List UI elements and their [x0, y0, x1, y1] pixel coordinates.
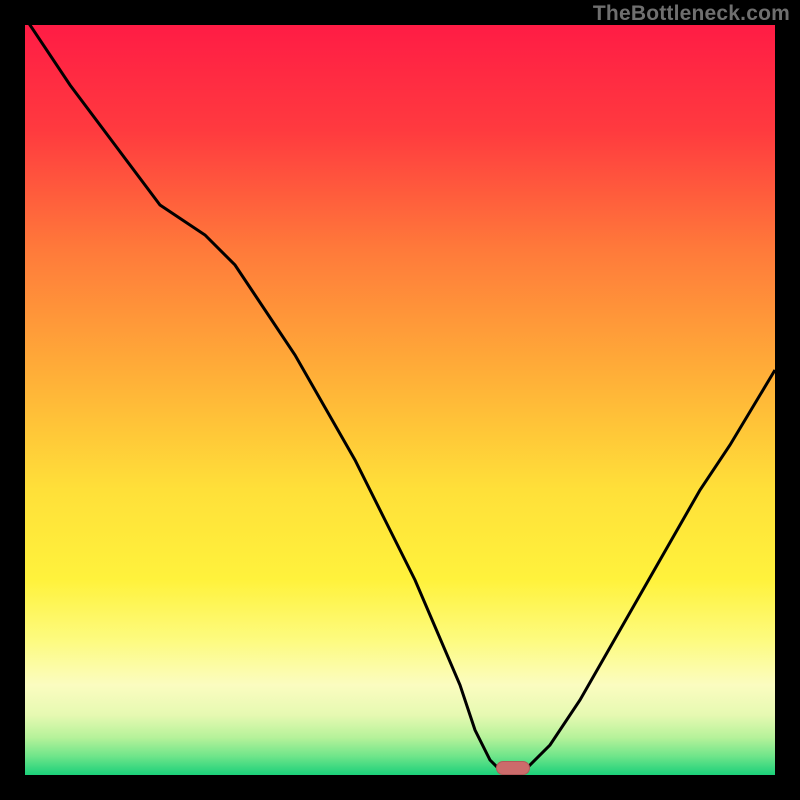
- bottleneck-curve: [25, 25, 775, 775]
- chart-frame: TheBottleneck.com: [0, 0, 800, 800]
- optimal-point-marker: [496, 761, 530, 775]
- curve-line: [25, 25, 775, 775]
- plot-area: [25, 25, 775, 775]
- watermark-text: TheBottleneck.com: [593, 2, 790, 26]
